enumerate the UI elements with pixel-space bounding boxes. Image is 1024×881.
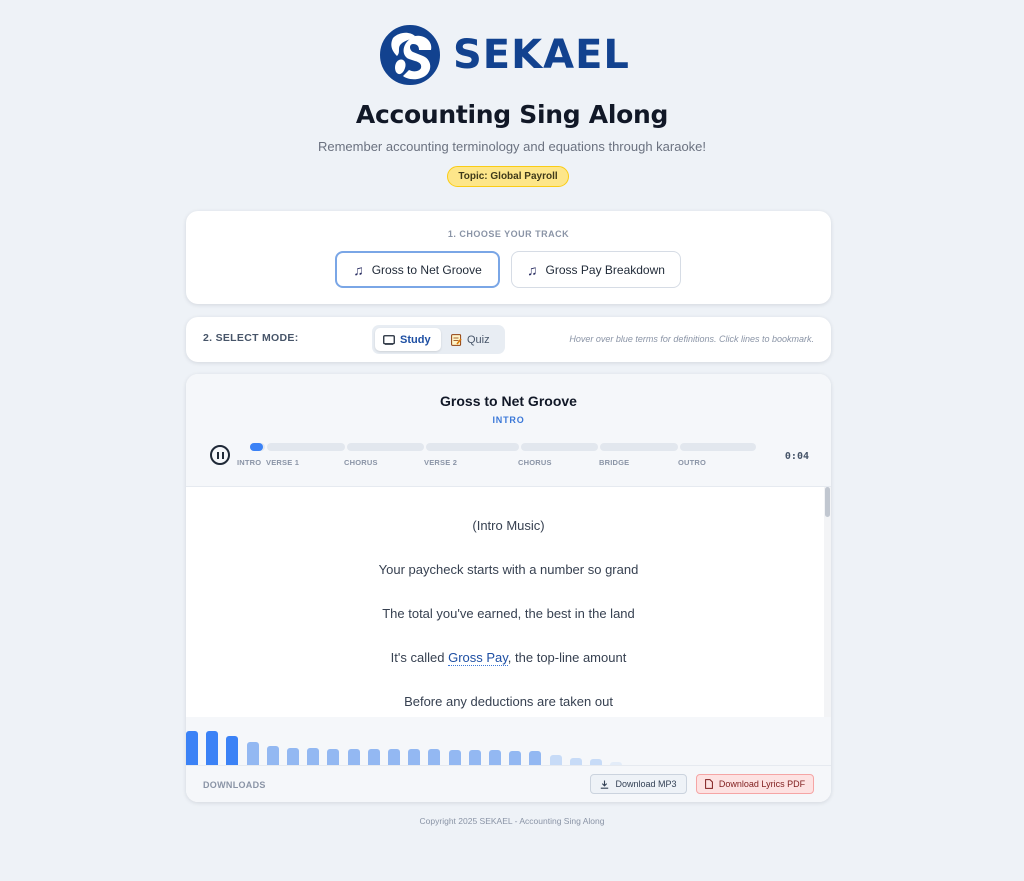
visualizer-bar (489, 750, 501, 765)
music-note-icon: ♫ (527, 261, 538, 278)
song-timeline[interactable] (250, 443, 756, 451)
timeline-label: VERSE 2 (424, 458, 458, 467)
lyric-text: , the top-line amount (507, 650, 627, 665)
download-lyrics-pdf-button[interactable]: Download Lyrics PDF (696, 774, 814, 794)
playback-time: 0:04 (784, 451, 809, 462)
visualizer-bar (388, 749, 400, 765)
player-card: Gross to Net Groove INTRO INTRO VERSE 1 … (186, 374, 831, 802)
mode-selector-card: 2. SELECT MODE: Study Quiz Hover over bl… (186, 317, 831, 362)
audio-visualizer (186, 717, 831, 765)
page-subtitle: Remember accounting terminology and equa… (317, 139, 707, 154)
track-label: Gross to Net Groove (371, 262, 482, 277)
scrollbar-thumb[interactable] (825, 487, 830, 517)
visualizer-bar (246, 742, 259, 765)
visualizer-bar (287, 748, 299, 765)
visualizer-bar (367, 749, 380, 765)
page-title: Accounting Sing Along (355, 100, 669, 129)
visualizer-bar (327, 749, 340, 765)
timeline-segment-verse-2[interactable] (426, 443, 519, 451)
track-section-label: 1. CHOOSE YOUR TRACK (447, 229, 570, 239)
player-header: Gross to Net Groove INTRO INTRO VERSE 1 … (186, 374, 831, 487)
mode-section-label: 2. SELECT MODE: (203, 332, 299, 344)
topic-badge: Topic: Global Payroll (447, 166, 569, 187)
copyright: Copyright 2025 SEKAEL - Accounting Sing … (419, 816, 605, 826)
document-icon (704, 779, 713, 789)
visualizer-bar (307, 748, 320, 765)
track-button-gross-pay-breakdown[interactable]: ♫ Gross Pay Breakdown (511, 251, 681, 288)
timeline-label: INTRO (237, 458, 262, 467)
brand-name: SEKAEL (453, 32, 630, 78)
downloads-label: DOWNLOADS (203, 780, 266, 790)
lyric-line[interactable]: It's called Gross Pay, the top-line amou… (186, 650, 831, 666)
track-label: Gross Pay Breakdown (545, 262, 665, 277)
download-icon (601, 780, 609, 789)
visualizer-bar (529, 751, 542, 765)
visualizer-bar (186, 731, 198, 765)
brand-logo: SEKAEL (379, 24, 639, 86)
visualizer-bar (428, 749, 441, 765)
visualizer-bar (408, 749, 421, 765)
glossary-term-gross-pay[interactable]: Gross Pay (448, 650, 508, 666)
mode-study-button[interactable]: Study (375, 328, 441, 351)
pause-icon[interactable] (210, 445, 230, 465)
timeline-label: VERSE 1 (266, 458, 300, 467)
track-button-gross-to-net[interactable]: ♫ Gross to Net Groove (335, 251, 500, 288)
track-selector-card: 1. CHOOSE YOUR TRACK ♫ Gross to Net Groo… (186, 211, 831, 304)
timeline-segment-verse-1[interactable] (267, 443, 345, 451)
timeline-label: BRIDGE (599, 458, 630, 467)
downloads-bar: DOWNLOADS Download MP3 Download Lyrics P… (186, 765, 831, 802)
timeline-segment-outro[interactable] (680, 443, 756, 451)
memo-icon (451, 333, 462, 346)
timeline-label: CHORUS (344, 458, 378, 467)
mode-quiz-label: Quiz (467, 333, 490, 346)
timeline-segment-chorus[interactable] (347, 443, 424, 451)
visualizer-bar (206, 731, 219, 765)
visualizer-bar (266, 746, 279, 765)
current-section-label: INTRO (492, 415, 525, 425)
visualizer-bar (569, 758, 582, 765)
download-mp3-label: Download MP3 (615, 779, 677, 789)
mode-hint: Hover over blue terms for definitions. C… (569, 334, 814, 344)
song-title: Gross to Net Groove (440, 393, 577, 409)
visualizer-bar (226, 736, 239, 765)
visualizer-bar (509, 751, 522, 765)
lyric-text: It's called (390, 650, 449, 665)
timeline-progress-fill (250, 443, 263, 451)
download-mp3-button[interactable]: Download MP3 (590, 774, 687, 794)
timeline-segment-bridge[interactable] (600, 443, 678, 451)
mode-quiz-button[interactable]: Quiz (443, 328, 501, 351)
globe-logo-icon (380, 25, 440, 85)
visualizer-bar (347, 749, 360, 765)
download-pdf-label: Download Lyrics PDF (718, 779, 806, 789)
mode-toggle: Study Quiz (372, 325, 505, 354)
visualizer-bar (468, 750, 481, 765)
timeline-segment-chorus[interactable] (521, 443, 598, 451)
visualizer-bar (549, 755, 562, 765)
lyrics-panel[interactable]: (Intro Music) Your paycheck starts with … (186, 487, 831, 717)
mode-study-label: Study (400, 333, 431, 346)
visualizer-bar (448, 750, 461, 765)
music-note-icon: ♫ (353, 261, 364, 278)
lyric-line[interactable]: Before any deductions are taken out (186, 694, 831, 709)
lyric-line[interactable]: Your paycheck starts with a number so gr… (186, 562, 831, 577)
lyrics-scrollbar[interactable] (824, 487, 831, 717)
lyric-line[interactable]: The total you've earned, the best in the… (186, 606, 831, 621)
timeline-label: CHORUS (518, 458, 552, 467)
lyric-line[interactable]: (Intro Music) (186, 518, 831, 533)
book-icon (383, 334, 395, 345)
timeline-label: OUTRO (678, 458, 707, 467)
